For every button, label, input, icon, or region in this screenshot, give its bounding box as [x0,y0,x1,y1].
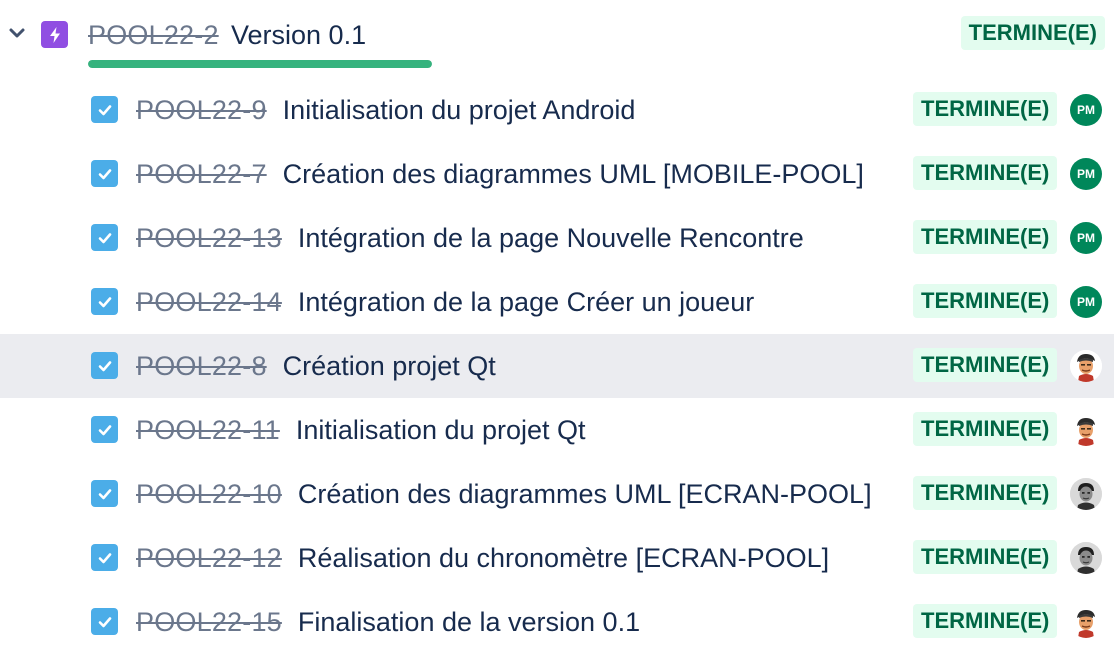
issue-text: POOL22-14 Intégration de la page Créer un… [136,284,754,320]
assignee-avatar[interactable] [1070,350,1102,382]
person-a-avatar-icon [1070,350,1102,382]
issue-key-link[interactable]: POOL22-15 [136,607,282,637]
issue-key-link[interactable]: POOL22-14 [136,287,282,317]
issue-text: POOL22-12 Réalisation du chronomètre [ECR… [136,540,829,576]
issue-summary[interactable]: Intégration de la page Nouvelle Rencontr… [298,223,804,253]
epic-title[interactable]: Version 0.1 [231,17,366,53]
checkbox-icon[interactable] [91,416,118,443]
assignee-avatar[interactable]: PM [1070,94,1102,126]
checkbox-icon[interactable] [91,352,118,379]
status-badge[interactable]: TERMINE(E) [913,476,1058,510]
issue-summary[interactable]: Création des diagrammes UML [MOBILE-POOL… [283,159,864,189]
epic-key-link[interactable]: POOL22-2 [88,17,219,53]
issue-text: POOL22-9 Initialisation du projet Android [136,92,635,128]
issue-summary[interactable]: Création des diagrammes UML [ECRAN-POOL] [298,479,872,509]
issue-key-link[interactable]: POOL22-12 [136,543,282,573]
assignee-avatar[interactable] [1070,542,1102,574]
issue-text: POOL22-11 Initialisation du projet Qt [136,412,586,448]
assignee-avatar[interactable] [1070,478,1102,510]
person-a-avatar-icon [1070,606,1102,638]
status-badge[interactable]: TERMINE(E) [913,412,1058,446]
status-badge[interactable]: TERMINE(E) [913,540,1058,574]
epic-row[interactable]: POOL22-2 Version 0.1 TERMINE(E) [0,0,1114,70]
issue-row[interactable]: POOL22-14 Intégration de la page Créer un… [0,270,1114,334]
issue-row[interactable]: POOL22-13 Intégration de la page Nouvelle… [0,206,1114,270]
assignee-avatar[interactable]: PM [1070,286,1102,318]
issue-row[interactable]: POOL22-9 Initialisation du projet Android… [0,78,1114,142]
checkbox-icon[interactable] [91,608,118,635]
issue-key-link[interactable]: POOL22-10 [136,479,282,509]
assignee-avatar[interactable] [1070,606,1102,638]
chevron-down-icon[interactable] [6,22,28,44]
status-badge[interactable]: TERMINE(E) [913,92,1058,126]
issue-row[interactable]: POOL22-11 Initialisation du projet Qt TER… [0,398,1114,462]
status-badge[interactable]: TERMINE(E) [913,604,1058,638]
issue-key-link[interactable]: POOL22-9 [136,95,267,125]
person-a-avatar-icon [1070,414,1102,446]
person-b-avatar-icon [1070,478,1102,510]
lightning-icon [41,21,68,48]
issue-row[interactable]: POOL22-7 Création des diagrammes UML [MOB… [0,142,1114,206]
checkbox-icon[interactable] [91,288,118,315]
person-b-avatar-icon [1070,542,1102,574]
issue-row[interactable]: POOL22-15 Finalisation de la version 0.1 … [0,590,1114,654]
checkbox-icon[interactable] [91,480,118,507]
issue-summary[interactable]: Finalisation de la version 0.1 [298,607,640,637]
status-badge[interactable]: TERMINE(E) [913,284,1058,318]
issue-key-link[interactable]: POOL22-7 [136,159,267,189]
issue-list: POOL22-9 Initialisation du projet Android… [0,78,1114,654]
assignee-avatar[interactable]: PM [1070,222,1102,254]
issue-text: POOL22-8 Création projet Qt [136,348,496,384]
assignee-avatar[interactable]: PM [1070,158,1102,190]
status-badge[interactable]: TERMINE(E) [913,156,1058,190]
checkbox-icon[interactable] [91,544,118,571]
issue-text: POOL22-15 Finalisation de la version 0.1 [136,604,640,640]
issue-key-link[interactable]: POOL22-13 [136,223,282,253]
epic-progress-bar [88,60,432,68]
issue-summary[interactable]: Initialisation du projet Qt [296,415,586,445]
status-badge[interactable]: TERMINE(E) [913,348,1058,382]
issue-summary[interactable]: Création projet Qt [283,351,496,381]
status-badge[interactable]: TERMINE(E) [913,220,1058,254]
issue-summary[interactable]: Intégration de la page Créer un joueur [298,287,754,317]
checkbox-icon[interactable] [91,96,118,123]
epic-progress-fill [88,60,432,68]
issue-summary[interactable]: Réalisation du chronomètre [ECRAN-POOL] [298,543,829,573]
issue-row-hovered[interactable]: POOL22-8 Création projet Qt TERMINE(E) [0,334,1114,398]
issue-text: POOL22-13 Intégration de la page Nouvelle… [136,220,804,256]
issue-text: POOL22-10 Création des diagrammes UML [EC… [136,476,872,512]
issue-key-link[interactable]: POOL22-8 [136,351,267,381]
assignee-avatar[interactable] [1070,414,1102,446]
issue-row[interactable]: POOL22-12 Réalisation du chronomètre [ECR… [0,526,1114,590]
issue-key-link[interactable]: POOL22-11 [136,415,280,445]
issue-row[interactable]: POOL22-10 Création des diagrammes UML [EC… [0,462,1114,526]
issue-text: POOL22-7 Création des diagrammes UML [MOB… [136,156,864,192]
checkbox-icon[interactable] [91,224,118,251]
checkbox-icon[interactable] [91,160,118,187]
epic-status-badge[interactable]: TERMINE(E) [960,16,1105,50]
issue-summary[interactable]: Initialisation du projet Android [283,95,636,125]
